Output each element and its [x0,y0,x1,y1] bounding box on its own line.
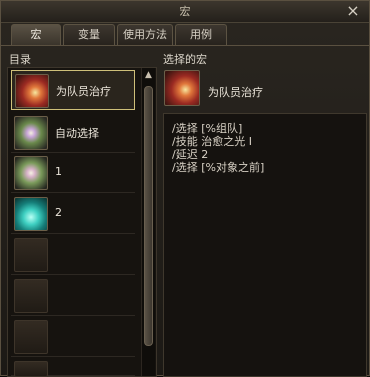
empty-slot-icon [14,279,48,313]
empty-slot-icon [14,320,48,354]
macro-list-item[interactable]: 为队员治疗 [11,70,135,110]
macro-list: 为队员治疗 自动选择 1 2 ▲ [7,67,157,377]
macro-window: 宏 × 宏 变量 使用方法 用例 目录 选择的宏 为队员治疗 自动选择 1 2 [0,0,370,377]
tab-macro[interactable]: 宏 [11,24,61,45]
tab-variables[interactable]: 变量 [63,24,115,45]
tab-examples[interactable]: 用例 [175,24,227,45]
star-spell-icon [14,116,48,150]
macro-list-item[interactable]: 自动选择 [11,113,135,153]
list-scrollbar[interactable]: ▲ [141,68,155,376]
heal-spell-icon[interactable] [164,70,200,106]
scroll-up-icon[interactable]: ▲ [143,70,154,80]
macro-item-label: 自动选择 [55,127,99,140]
macro-list-item[interactable]: 1 [11,153,135,193]
macro-line: /延迟 2 [172,148,209,161]
title-bar: 宏 [1,1,369,23]
macro-list-item[interactable] [11,235,135,275]
tab-usage[interactable]: 使用方法 [117,24,173,45]
macro-item-label: 为队员治疗 [56,85,111,98]
macro-list-item[interactable] [11,317,135,357]
window-title: 宏 [179,5,191,18]
macro-line: /选择 [%对象之前] [172,161,265,174]
selected-macro-heading: 选择的宏 [163,53,207,66]
macro-line: /选择 [%组队] [172,122,243,135]
close-button[interactable]: × [345,3,361,19]
heal-spell-icon [15,74,49,108]
macro-list-item[interactable] [11,358,135,377]
list-heading: 目录 [9,53,31,66]
macro-line: /技能 治愈之光 I [172,135,252,148]
star-spell-icon [14,156,48,190]
macro-editor[interactable]: /选择 [%组队] /技能 治愈之光 I /延迟 2 /选择 [%对象之前] [163,113,367,377]
macro-list-item[interactable]: 2 [11,194,135,234]
tab-divider [1,45,369,46]
teal-spell-icon [14,197,48,231]
macro-item-label: 1 [55,165,62,178]
macro-item-label: 2 [55,206,62,219]
scroll-thumb[interactable] [144,86,153,346]
selected-macro-name: 为队员治疗 [208,86,263,99]
empty-slot-icon [14,361,48,377]
macro-list-item[interactable] [11,276,135,316]
empty-slot-icon [14,238,48,272]
